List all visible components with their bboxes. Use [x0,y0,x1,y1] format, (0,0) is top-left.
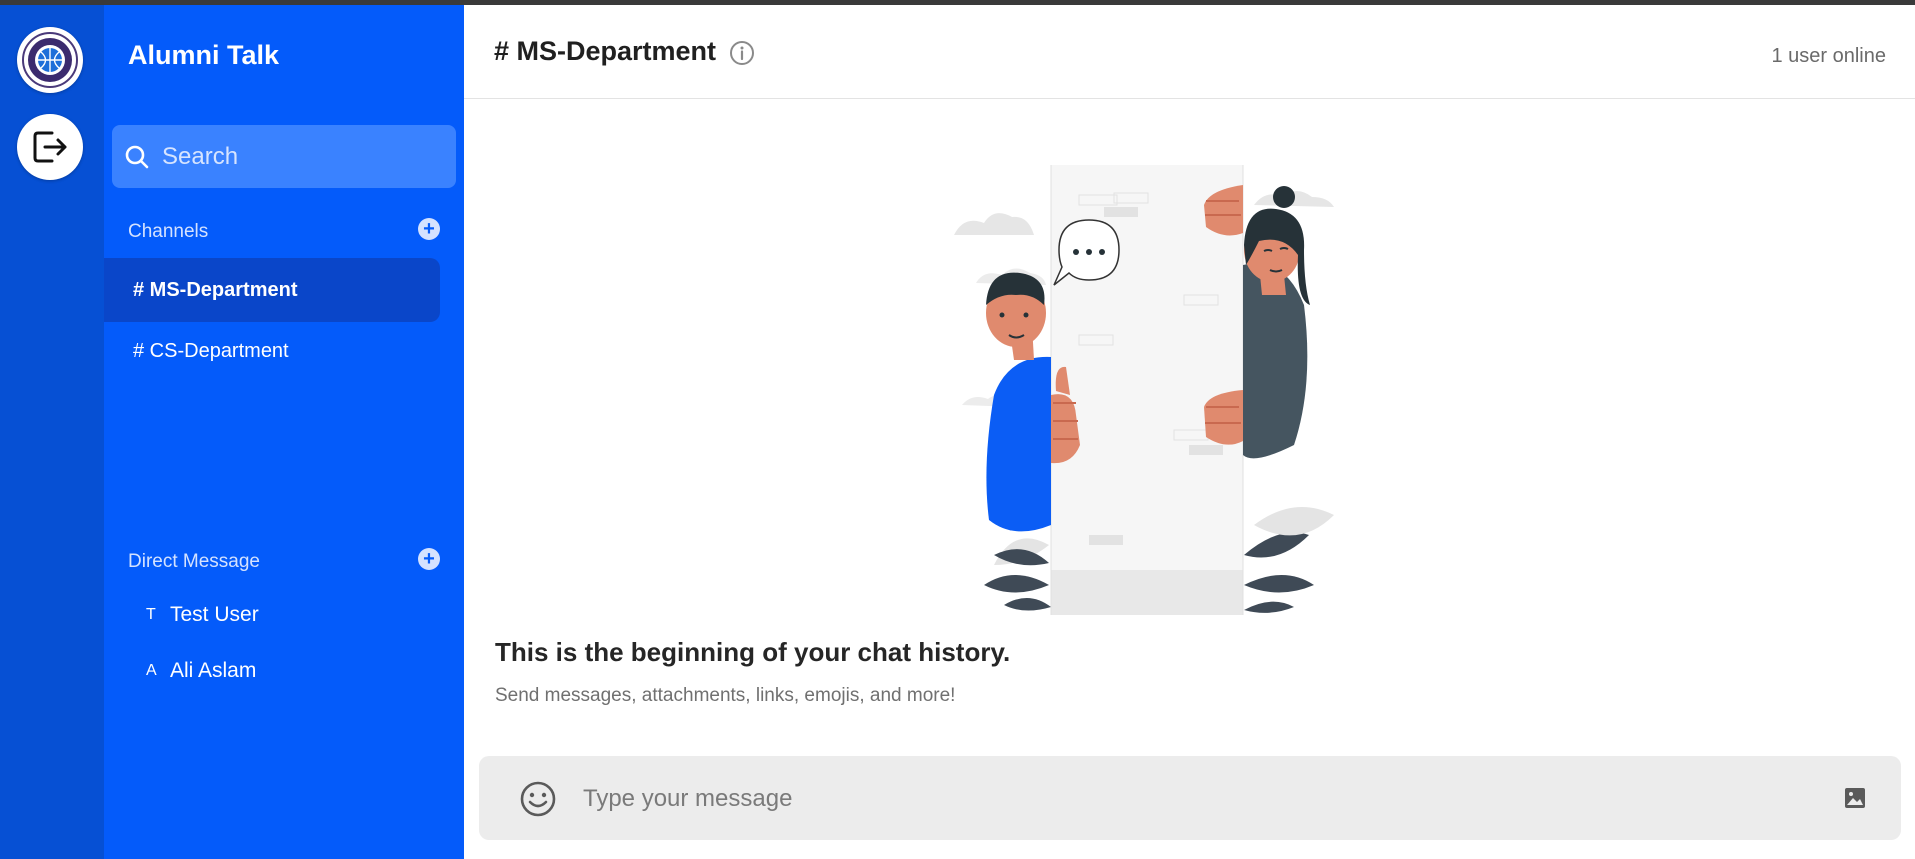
left-rail [0,5,104,859]
plus-icon: + [423,218,435,240]
university-logo-button[interactable] [17,27,83,93]
message-input[interactable] [581,776,1765,822]
avatar: T [146,606,156,623]
search-box[interactable] [112,125,456,188]
logout-button[interactable] [17,114,83,180]
message-composer [479,756,1901,840]
chat-history-title: This is the beginning of your chat histo… [495,637,1011,667]
empty-chat-illustration [954,165,1334,615]
university-seal-icon [22,32,78,88]
chat-header: # MS-Department 1 user online [464,5,1915,99]
plus-icon: + [423,548,435,570]
dm-name: Test User [170,603,259,626]
add-direct-message-button[interactable]: + [418,548,440,570]
search-input[interactable] [160,141,454,172]
search-icon [125,145,149,168]
logout-icon [33,131,67,163]
info-icon[interactable] [729,40,755,66]
chat-history-subtitle: Send messages, attachments, links, emoji… [495,685,956,706]
page-title: # MS-Department [494,36,717,66]
avatar: A [146,662,157,679]
channels-label: Channels [128,221,209,242]
direct-message-label: Direct Message [128,551,260,572]
sidebar: Alumni Talk Channels + # MS-Department #… [104,5,464,859]
app-title: Alumni Talk [128,40,280,70]
channel-item-cs-department[interactable]: # CS-Department [104,319,440,383]
channel-label: # CS-Department [133,339,289,362]
dm-item-test-user[interactable]: T Test User [104,595,440,635]
add-channel-button[interactable]: + [418,218,440,240]
online-status: 1 user online [1771,45,1886,67]
dm-item-ali-aslam[interactable]: A Ali Aslam [104,651,440,691]
image-attach-icon[interactable] [1843,786,1867,810]
dm-name: Ali Aslam [170,659,257,682]
emoji-icon[interactable] [519,780,557,818]
chat-panel: # MS-Department 1 user online This is th… [464,5,1915,859]
channel-label: # MS-Department [133,278,298,301]
channel-item-ms-department[interactable]: # MS-Department [104,258,440,322]
